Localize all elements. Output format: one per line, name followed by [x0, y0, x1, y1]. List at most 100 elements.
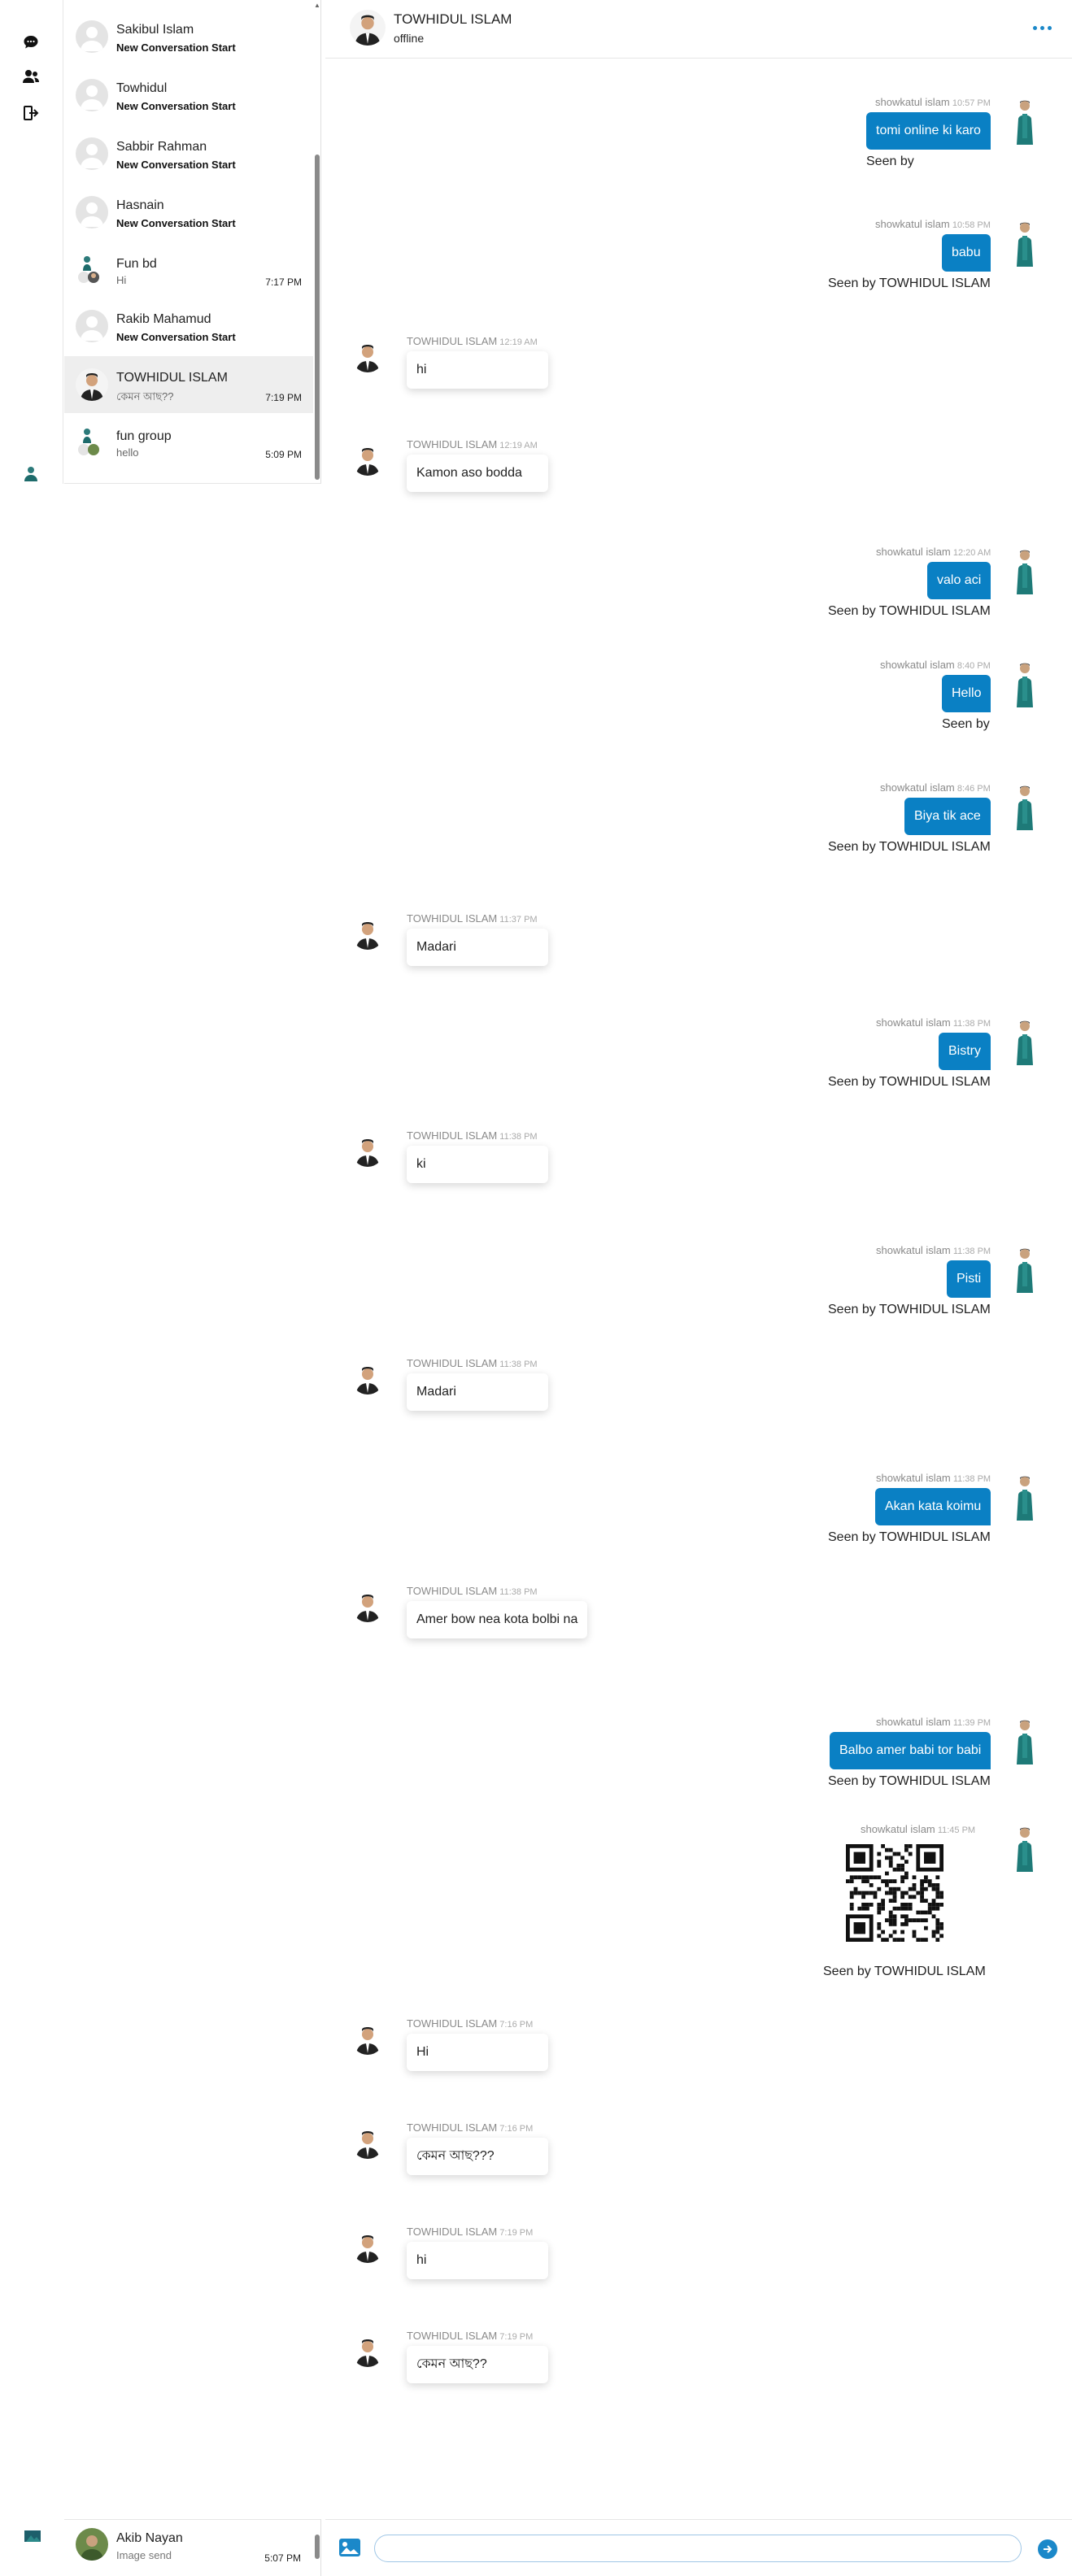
sender-avatar-icon[interactable] — [1009, 1018, 1041, 1067]
sender-avatar-icon[interactable] — [1009, 98, 1041, 146]
message-bubble[interactable]: Biya tik ace — [904, 798, 991, 835]
message-sender: showkatul islam — [876, 1244, 951, 1256]
message-bubble[interactable]: hi — [407, 2242, 548, 2279]
message-time: 7:16 PM — [497, 2124, 534, 2134]
message-meta: showkatul islam 8:40 PM — [880, 659, 991, 671]
conversation-name: Towhidul — [116, 81, 168, 95]
scroll-up-icon[interactable]: ▲ — [313, 2, 320, 9]
users-icon[interactable] — [21, 67, 41, 86]
conversation-item[interactable]: Hasnain New Conversation Start — [64, 184, 313, 241]
contact-avatar-icon[interactable] — [351, 340, 384, 372]
message-sender: showkatul islam — [876, 1016, 951, 1029]
message-bubble[interactable]: কেমন আছ?? — [407, 2346, 548, 2383]
message-bubble[interactable]: Hi — [407, 2034, 548, 2071]
sender-avatar-icon[interactable] — [1009, 1473, 1041, 1522]
message-bubble[interactable]: hi — [407, 351, 548, 389]
message-bubble[interactable]: Akan kata koimu — [875, 1488, 991, 1525]
sender-avatar-icon[interactable] — [1009, 783, 1041, 832]
message-time: 11:38 PM — [950, 1019, 991, 1029]
message-meta: TOWHIDUL ISLAM 11:38 PM — [407, 1129, 538, 1142]
message-bubble[interactable]: Amer bow nea kota bolbi na — [407, 1601, 588, 1638]
contact-avatar-icon[interactable] — [351, 2022, 384, 2055]
contact-avatar-icon[interactable] — [350, 10, 386, 46]
message-sender: TOWHIDUL ISLAM — [407, 2226, 498, 2238]
message-bubble[interactable]: Hello — [942, 675, 991, 712]
conversation-item-group[interactable]: Fun bd Hi 7:17 PM — [64, 241, 313, 298]
sender-avatar-icon[interactable] — [1009, 1717, 1041, 1766]
message-bubble[interactable]: valo aci — [927, 562, 991, 599]
contact-avatar-icon[interactable] — [351, 443, 384, 476]
scrollbar-thumb[interactable] — [315, 2535, 320, 2559]
message-bubble[interactable]: Madari — [407, 1373, 548, 1411]
message-meta: showkatul islam 12:20 AM — [876, 546, 991, 558]
conversation-preview: New Conversation Start — [116, 331, 236, 343]
message-time: 12:20 AM — [950, 548, 991, 558]
more-options-icon[interactable] — [1033, 21, 1052, 34]
profile-avatar-icon-bottom[interactable] — [23, 2527, 42, 2547]
sender-avatar-icon[interactable] — [1009, 220, 1041, 268]
conversation-preview: New Conversation Start — [116, 41, 236, 54]
send-icon[interactable] — [1038, 2539, 1057, 2559]
conversation-name: Sabbir Rahman — [116, 140, 207, 154]
message-time: 11:38 PM — [950, 1474, 991, 1484]
message-time: 11:38 PM — [950, 1247, 991, 1256]
conversation-item-group[interactable]: fun group hello 5:09 PM — [64, 413, 313, 470]
image-attachment[interactable] — [846, 1844, 943, 1946]
contact-avatar-icon[interactable] — [351, 1362, 384, 1395]
conversation-item-active[interactable]: TOWHIDUL ISLAM কেমন আছ?? 7:19 PM — [64, 356, 313, 413]
default-avatar-icon — [76, 196, 108, 228]
contact-avatar-icon[interactable] — [351, 2334, 384, 2367]
message-meta: TOWHIDUL ISLAM 7:19 PM — [407, 2330, 533, 2342]
contact-avatar-icon[interactable] — [351, 1134, 384, 1167]
message-bubble[interactable]: Bistry — [939, 1033, 991, 1070]
logout-icon[interactable] — [21, 103, 41, 123]
contact-avatar-icon — [76, 368, 108, 401]
contact-avatar-icon[interactable] — [351, 2230, 384, 2263]
conversation-time: 7:19 PM — [265, 392, 302, 403]
message-meta: showkatul islam 11:45 PM — [861, 1823, 975, 1835]
message-bubble[interactable]: Madari — [407, 929, 548, 966]
sender-avatar-icon[interactable] — [1009, 547, 1041, 596]
conversation-item[interactable]: Rakib Mahamud New Conversation Start — [64, 298, 313, 355]
contact-avatar-icon[interactable] — [351, 2126, 384, 2159]
image-upload-icon[interactable] — [338, 2538, 361, 2557]
message-time: 10:58 PM — [949, 220, 991, 230]
message-bubble[interactable]: Kamon aso bodda — [407, 455, 548, 492]
conversation-scrollbar[interactable]: ▲ — [313, 0, 320, 483]
sender-avatar-icon[interactable] — [1009, 660, 1041, 709]
group-avatar-icon — [76, 253, 108, 285]
message-bubble[interactable]: Pisti — [947, 1260, 991, 1298]
message-meta: TOWHIDUL ISLAM 7:19 PM — [407, 2226, 533, 2238]
scrollbar-thumb[interactable] — [315, 154, 320, 480]
contact-avatar-icon[interactable] — [351, 1590, 384, 1622]
mini-scrollbar[interactable] — [313, 2526, 321, 2567]
conversation-item[interactable]: Sakibul Islam New Conversation Start — [64, 8, 313, 65]
message-bubble[interactable]: tomi online ki karo — [866, 112, 991, 150]
message-bubble[interactable]: babu — [942, 234, 991, 272]
message-time: 7:16 PM — [497, 2020, 534, 2030]
message-sender: showkatul islam — [876, 546, 951, 558]
conversation-item[interactable]: Sabbir Rahman New Conversation Start — [64, 125, 313, 182]
sender-avatar-icon[interactable] — [1009, 1825, 1041, 1873]
contact-avatar-icon[interactable] — [351, 917, 384, 950]
chat-icon[interactable] — [21, 33, 41, 52]
conversation-item[interactable]: Towhidul New Conversation Start — [64, 67, 313, 124]
profile-avatar-icon[interactable] — [23, 465, 39, 481]
seen-receipt: Seen by TOWHIDUL ISLAM — [828, 840, 991, 854]
message-meta: TOWHIDUL ISLAM 7:16 PM — [407, 2017, 533, 2030]
message-bubble[interactable]: ki — [407, 1146, 548, 1183]
message-sender: TOWHIDUL ISLAM — [407, 438, 498, 450]
message-sender: TOWHIDUL ISLAM — [407, 2121, 498, 2134]
message-bubble[interactable]: কেমন আছ??? — [407, 2138, 548, 2175]
chat-header: TOWHIDUL ISLAM offline — [325, 0, 1072, 59]
message-meta: showkatul islam 11:39 PM — [876, 1716, 991, 1728]
message-sender: TOWHIDUL ISLAM — [407, 1585, 498, 1597]
sender-avatar-icon[interactable] — [1009, 1246, 1041, 1295]
message-sender: showkatul islam — [875, 218, 950, 230]
message-input[interactable] — [374, 2535, 1022, 2562]
icon-rail — [0, 0, 63, 484]
current-user-bar[interactable]: Akib Nayan Image send 5:07 PM — [64, 2519, 321, 2576]
conversation-name: TOWHIDUL ISLAM — [116, 371, 228, 385]
message-time: 10:57 PM — [949, 98, 991, 108]
message-bubble[interactable]: Balbo amer babi tor babi — [830, 1732, 991, 1769]
